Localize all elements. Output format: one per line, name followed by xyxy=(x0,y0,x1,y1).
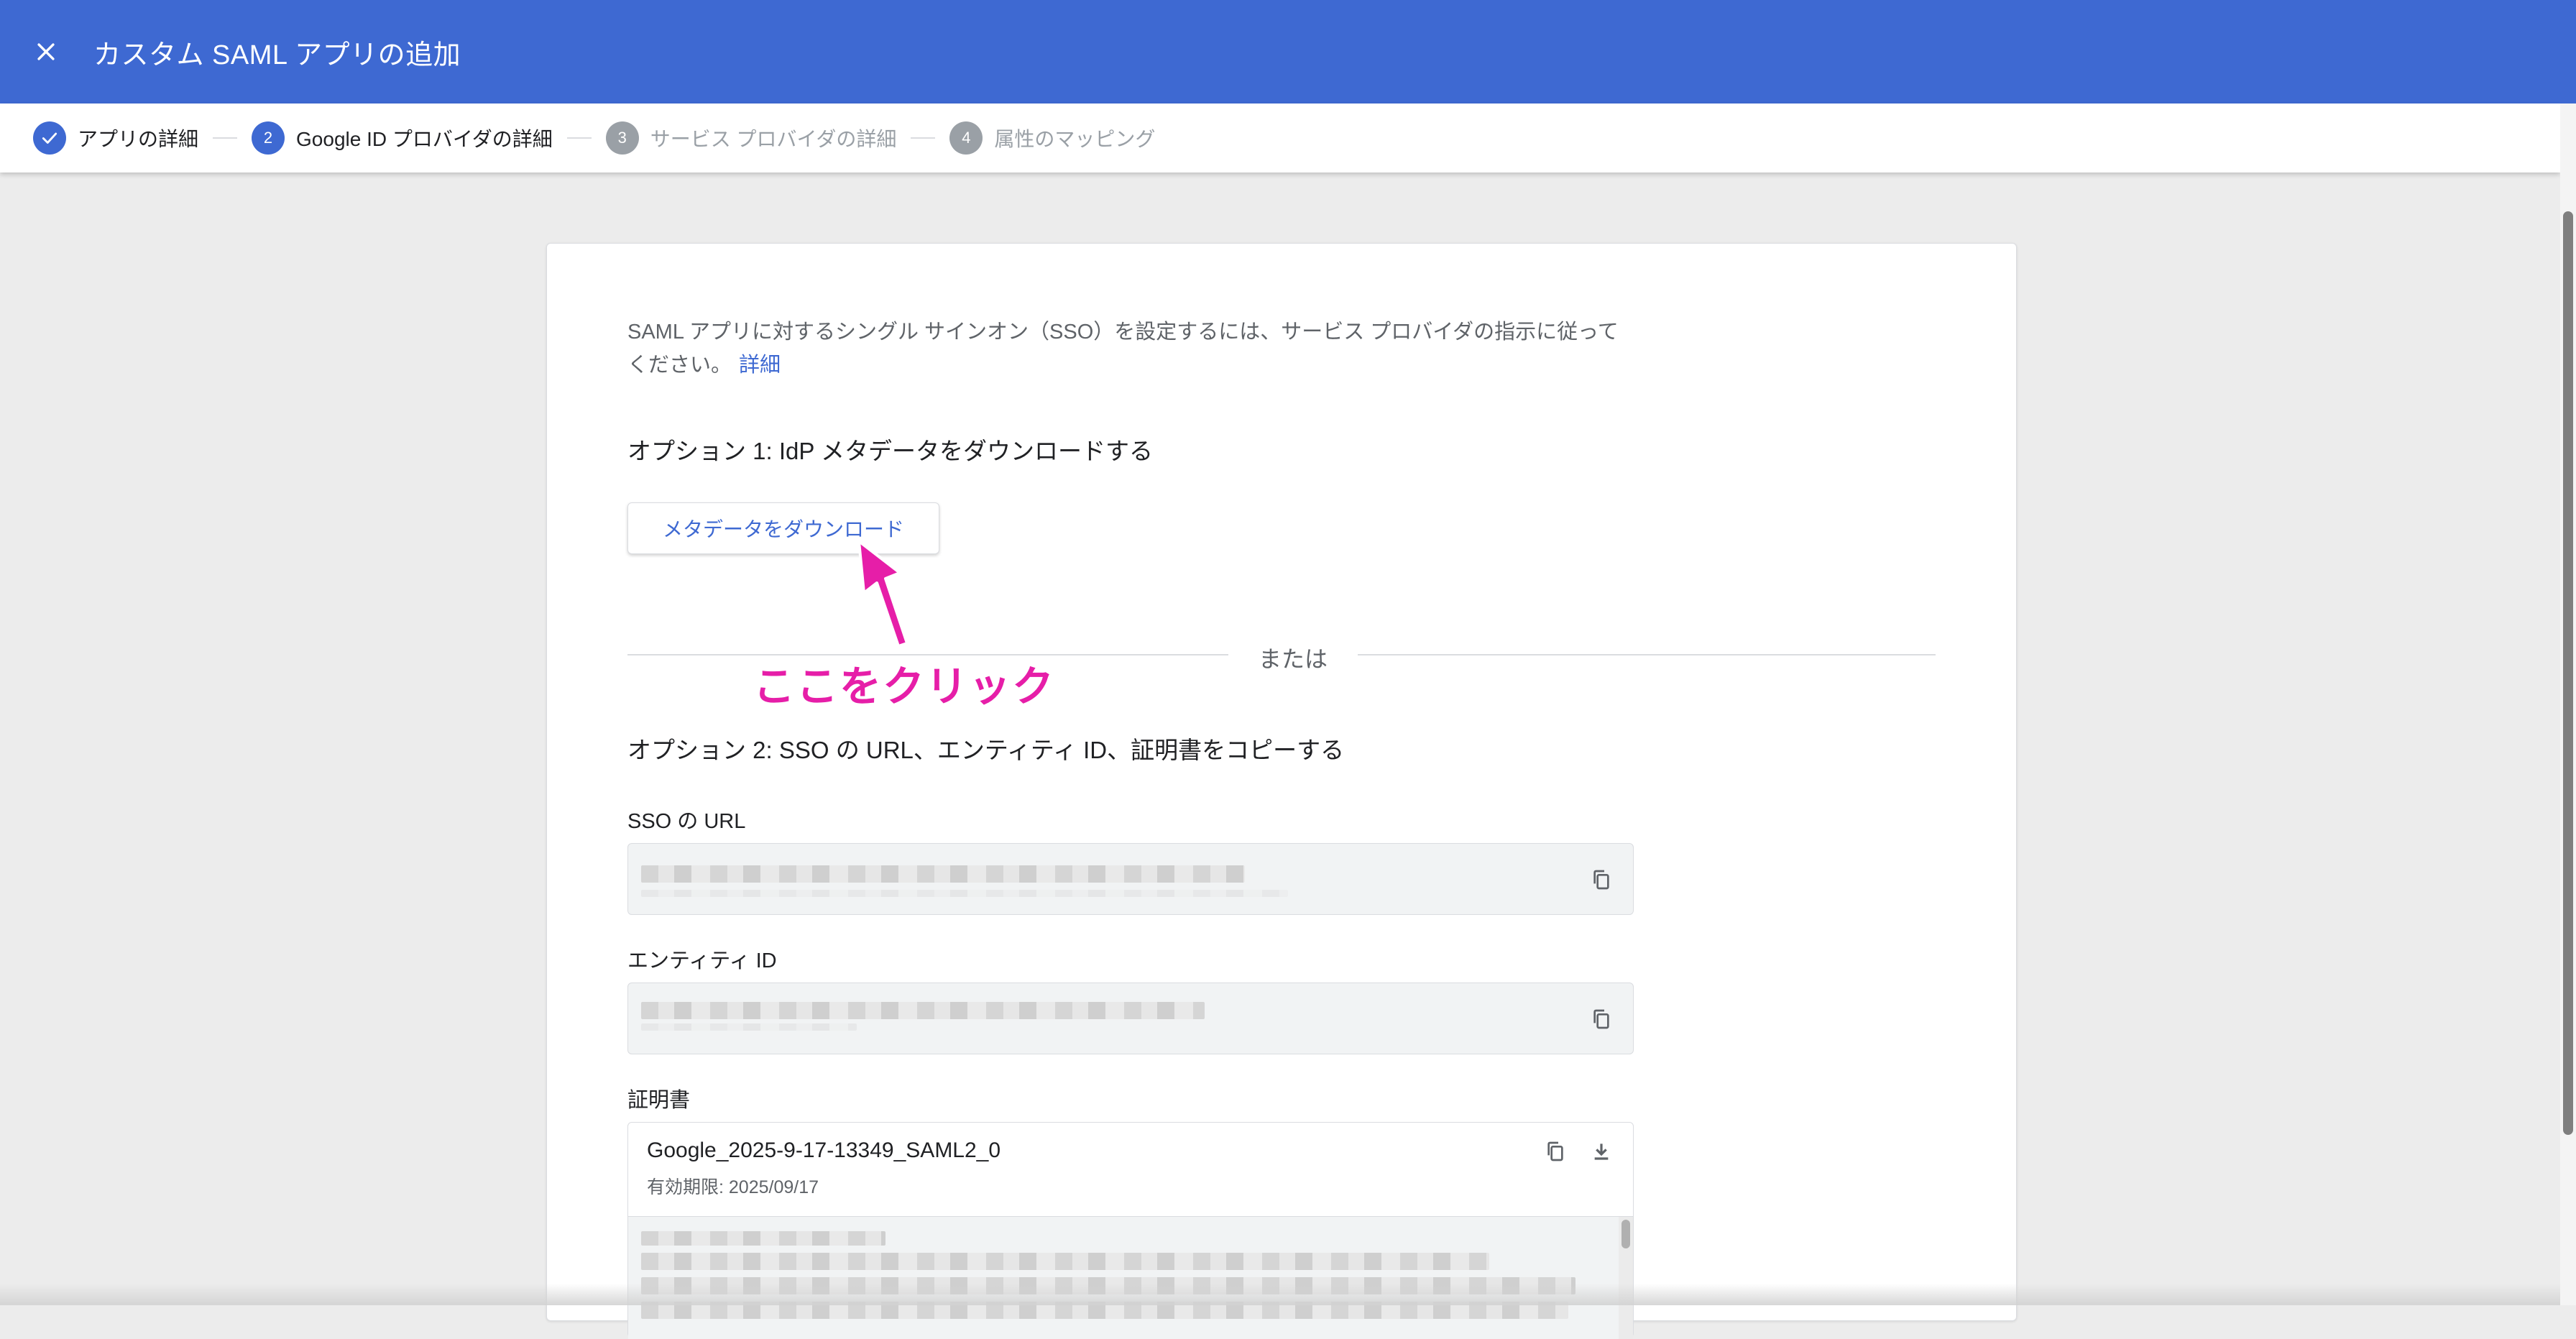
copy-entity-id-button[interactable] xyxy=(1584,1002,1619,1036)
entity-id-label: エンティティ ID xyxy=(627,949,777,972)
bottom-shadow xyxy=(0,1284,2560,1305)
certificate-expiry: 有効期限: 2025/09/17 xyxy=(647,1177,819,1197)
divider-text: または xyxy=(1258,646,1328,672)
certificate-content[interactable] xyxy=(628,1216,1633,1339)
redacted-value xyxy=(641,1253,1489,1270)
step-app-details[interactable]: アプリの詳細 xyxy=(33,121,198,155)
redacted-value xyxy=(641,1002,1205,1019)
certificate-scrollbar[interactable] xyxy=(1619,1217,1633,1339)
sso-url-label: SSO の URL xyxy=(627,810,746,833)
divider-line xyxy=(1358,654,1936,655)
page-scrollbar[interactable] xyxy=(2560,103,2576,1305)
app-bar: カスタム SAML アプリの追加 xyxy=(0,0,2576,103)
step-number: 2 xyxy=(252,121,285,155)
annotation-arrow-icon xyxy=(857,540,908,648)
redacted-value xyxy=(641,1231,886,1246)
copy-icon xyxy=(1593,1009,1609,1029)
step-label: サービス プロバイダの詳細 xyxy=(650,128,897,150)
step-number: 4 xyxy=(949,121,983,155)
step-label: Google ID プロバイダの詳細 xyxy=(296,128,553,150)
step-service-provider-details[interactable]: 3 サービス プロバイダの詳細 xyxy=(605,121,897,155)
entity-id-field[interactable] xyxy=(627,983,1634,1054)
scrollbar-thumb[interactable] xyxy=(1622,1220,1630,1248)
step-separator xyxy=(566,137,592,139)
sso-url-field[interactable] xyxy=(627,843,1634,915)
download-certificate-button[interactable] xyxy=(1584,1134,1619,1169)
certificate-label: 証明書 xyxy=(627,1089,691,1112)
copy-certificate-button[interactable] xyxy=(1538,1134,1573,1169)
copy-icon xyxy=(1547,1141,1563,1161)
certificate-name: Google_2025-9-17-13349_SAML2_0 xyxy=(647,1138,1001,1162)
download-icon xyxy=(1594,1144,1609,1160)
copy-sso-url-button[interactable] xyxy=(1584,862,1619,897)
close-icon xyxy=(37,43,55,60)
redacted-value xyxy=(641,1023,857,1031)
step-attribute-mapping[interactable]: 4 属性のマッピング xyxy=(949,121,1155,155)
annotation-label: ここをクリック xyxy=(753,663,1056,710)
redacted-value xyxy=(641,890,1288,897)
step-separator xyxy=(911,137,936,139)
scrollbar-thumb[interactable] xyxy=(2563,211,2573,1135)
step-number: 3 xyxy=(605,121,639,155)
intro-text: SAML アプリに対するシングル サインオン（SSO）を設定するには、サービス … xyxy=(627,316,1619,382)
redacted-value xyxy=(641,865,1245,883)
copy-icon xyxy=(1593,870,1609,890)
step-separator xyxy=(213,137,238,139)
step-label: 属性のマッピング xyxy=(994,128,1156,150)
check-icon xyxy=(33,121,66,155)
idp-details-card: SAML アプリに対するシングル サインオン（SSO）を設定するには、サービス … xyxy=(546,243,2017,1339)
close-button[interactable] xyxy=(23,29,69,75)
certificate-box: Google_2025-9-17-13349_SAML2_0 有効期限: 202… xyxy=(627,1122,1634,1339)
step-google-idp-details[interactable]: 2 Google ID プロバイダの詳細 xyxy=(252,121,553,155)
stepper: アプリの詳細 2 Google ID プロバイダの詳細 3 サービス プロバイダ… xyxy=(0,103,2560,172)
learn-more-link[interactable]: 詳細 xyxy=(739,354,781,377)
step-label: アプリの詳細 xyxy=(78,128,199,150)
option1-heading: オプション 1: IdP メタデータをダウンロードする xyxy=(627,438,1153,464)
page-title: カスタム SAML アプリの追加 xyxy=(93,40,461,70)
option2-heading: オプション 2: SSO の URL、エンティティ ID、証明書をコピーする xyxy=(627,737,1345,763)
